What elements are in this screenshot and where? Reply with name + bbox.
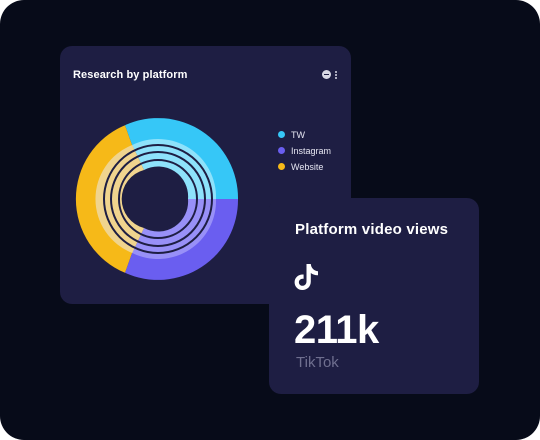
legend-item-website: Website [278,161,331,172]
legend-label: Website [291,161,324,172]
legend-dot-tw [278,131,285,138]
platform-name: TikTok [296,354,339,371]
tiktok-icon [294,264,318,290]
card-title: Platform video views [295,221,449,238]
views-value: 211k [294,308,379,352]
legend-item-tw: TW [278,129,331,140]
legend-label: TW [291,129,305,140]
legend-label: Instagram [291,145,332,156]
legend-dot-instagram [278,147,285,154]
platform-video-views-card: Platform video views 211k TikTok [269,198,479,394]
background-stage: Research by platform TW Instagram Websit… [0,0,540,440]
chart-legend: TW Instagram Website [278,129,332,172]
legend-dot-website [278,163,285,170]
legend-item-instagram: Instagram [278,145,332,156]
donut-center [129,170,187,228]
